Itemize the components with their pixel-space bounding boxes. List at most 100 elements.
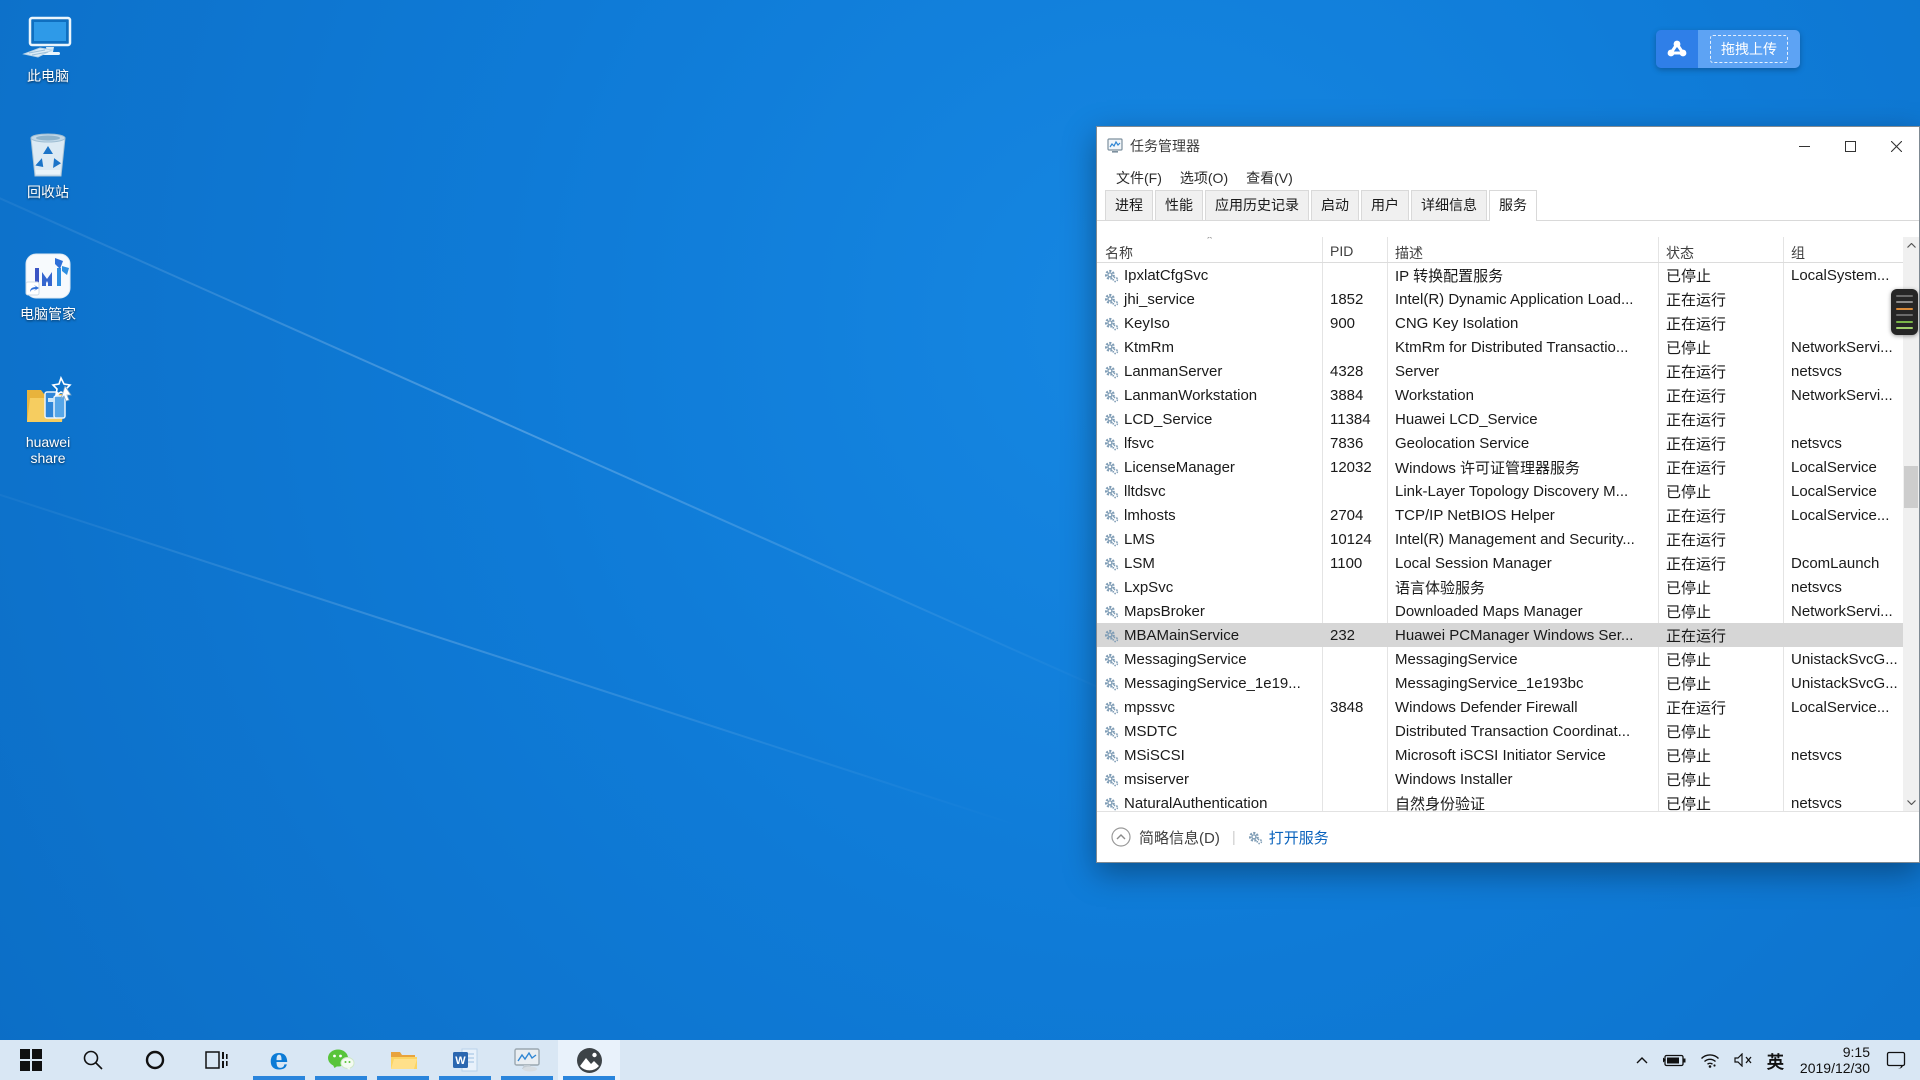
service-row[interactable]: KtmRm KtmRm for Distributed Transactio..… [1097, 335, 1905, 359]
title-bar[interactable]: 任务管理器 [1097, 127, 1919, 165]
battery-icon[interactable] [1655, 1040, 1693, 1080]
column-header-status[interactable]: 状态 [1658, 237, 1783, 262]
drag-upload-button[interactable]: 拖拽上传 [1698, 30, 1800, 68]
service-row[interactable]: LCD_Service 11384 Huawei LCD_Service 正在运… [1097, 407, 1905, 431]
service-row[interactable]: lfsvc 7836 Geolocation Service 正在运行 nets… [1097, 431, 1905, 455]
service-row[interactable]: jhi_service 1852 Intel(R) Dynamic Applic… [1097, 287, 1905, 311]
service-status: 已停止 [1658, 265, 1783, 286]
service-row[interactable]: MessagingService MessagingService 已停止 Un… [1097, 647, 1905, 671]
tab-performance[interactable]: 性能 [1155, 190, 1203, 220]
menu-file[interactable]: 文件(F) [1107, 165, 1171, 191]
service-group: DcomLaunch [1783, 555, 1905, 572]
wifi-icon[interactable] [1693, 1040, 1727, 1080]
service-row[interactable]: msiserver Windows Installer 已停止 [1097, 767, 1905, 791]
service-gear-icon [1104, 628, 1119, 643]
service-gear-icon [1104, 316, 1119, 331]
service-row[interactable]: MSiSCSI Microsoft iSCSI Initiator Servic… [1097, 743, 1905, 767]
tab-users[interactable]: 用户 [1361, 190, 1409, 220]
service-row[interactable]: LicenseManager 12032 Windows 许可证管理器服务 正在… [1097, 455, 1905, 479]
service-row[interactable]: MSDTC Distributed Transaction Coordinat.… [1097, 719, 1905, 743]
open-services-link[interactable]: 打开服务 [1248, 827, 1329, 848]
scrollbar-thumb[interactable] [1904, 466, 1918, 508]
desktop-icon-huawei-share[interactable]: huaweishare [2, 378, 94, 466]
service-status: 正在运行 [1658, 313, 1783, 334]
scroll-down-icon[interactable] [1903, 794, 1919, 811]
service-row[interactable]: KeyIso 900 CNG Key Isolation 正在运行 [1097, 311, 1905, 335]
floating-tool-widget[interactable] [1891, 289, 1918, 335]
service-row[interactable]: LanmanWorkstation 3884 Workstation 正在运行 … [1097, 383, 1905, 407]
menu-view[interactable]: 查看(V) [1237, 165, 1302, 191]
taskbar-app-gallery[interactable] [558, 1040, 620, 1080]
column-header-description[interactable]: 描述 [1387, 237, 1658, 262]
service-gear-icon [1104, 364, 1119, 379]
service-row[interactable]: MapsBroker Downloaded Maps Manager 已停止 N… [1097, 599, 1905, 623]
service-row[interactable]: IpxlatCfgSvc IP 转换配置服务 已停止 LocalSystem..… [1097, 263, 1905, 287]
column-header-group[interactable]: 组 [1783, 237, 1905, 262]
column-header-pid[interactable]: PID [1322, 237, 1387, 262]
cortana-icon [144, 1049, 166, 1071]
clock-date: 2019/12/30 [1800, 1060, 1870, 1076]
volume-muted-icon[interactable] [1727, 1040, 1760, 1080]
start-button[interactable] [0, 1040, 62, 1080]
service-row[interactable]: MessagingService_1e19... MessagingServic… [1097, 671, 1905, 695]
service-name: LMS [1124, 531, 1155, 548]
ime-indicator[interactable]: 英 [1760, 1040, 1791, 1080]
fewer-details-toggle[interactable]: 简略信息(D) [1111, 827, 1220, 848]
service-gear-icon [1104, 604, 1119, 619]
wallpaper-ray [0, 135, 1140, 706]
tab-details[interactable]: 详细信息 [1411, 190, 1487, 220]
service-gear-icon [1104, 700, 1119, 715]
tab-services[interactable]: 服务 [1489, 190, 1537, 221]
maximize-button[interactable] [1827, 127, 1873, 165]
service-row[interactable]: NaturalAuthentication 自然身份验证 已停止 netsvcs [1097, 791, 1905, 811]
desktop-icon-recycle-bin[interactable]: 回收站 [2, 128, 94, 200]
taskbar-app-edge[interactable]: e [248, 1040, 310, 1080]
service-row[interactable]: LMS 10124 Intel(R) Management and Securi… [1097, 527, 1905, 551]
tab-startup[interactable]: 启动 [1311, 190, 1359, 220]
service-name: LanmanServer [1124, 363, 1222, 380]
show-hidden-icons-button[interactable] [1629, 1040, 1655, 1080]
service-gear-icon [1104, 412, 1119, 427]
menu-options[interactable]: 选项(O) [1171, 165, 1237, 191]
taskbar-app-file-explorer[interactable] [372, 1040, 434, 1080]
minimize-button[interactable] [1781, 127, 1827, 165]
service-row[interactable]: lmhosts 2704 TCP/IP NetBIOS Helper 正在运行 … [1097, 503, 1905, 527]
search-button[interactable] [62, 1040, 124, 1080]
service-status: 正在运行 [1658, 553, 1783, 574]
close-button[interactable] [1873, 127, 1919, 165]
service-gear-icon [1104, 796, 1119, 811]
service-row[interactable]: LxpSvc 语言体验服务 已停止 netsvcs [1097, 575, 1905, 599]
scroll-up-icon[interactable] [1903, 237, 1919, 254]
service-name: MSDTC [1124, 723, 1177, 740]
service-group: LocalService... [1783, 699, 1905, 716]
service-status: 正在运行 [1658, 529, 1783, 550]
service-group: UnistackSvcG... [1783, 651, 1905, 668]
service-row[interactable]: lltdsvc Link-Layer Topology Discovery M.… [1097, 479, 1905, 503]
service-pid: 12032 [1322, 459, 1387, 476]
cortana-button[interactable] [124, 1040, 186, 1080]
service-row[interactable]: LanmanServer 4328 Server 正在运行 netsvcs [1097, 359, 1905, 383]
clock[interactable]: 9:15 2019/12/30 [1791, 1044, 1879, 1076]
task-view-button[interactable] [186, 1040, 248, 1080]
taskbar-app-wechat[interactable] [310, 1040, 372, 1080]
taskbar-app-word[interactable]: W [434, 1040, 496, 1080]
desktop-icon-pc-manager[interactable]: 电脑管家 [2, 250, 94, 322]
tab-app-history[interactable]: 应用历史记录 [1205, 190, 1309, 220]
netdisk-upload-widget[interactable]: 拖拽上传 [1656, 30, 1800, 68]
service-description: Downloaded Maps Manager [1387, 603, 1658, 620]
tab-processes[interactable]: 进程 [1105, 190, 1153, 220]
desktop-icon-this-pc[interactable]: 此电脑 [2, 12, 94, 84]
service-description: MessagingService [1387, 651, 1658, 668]
service-description: Geolocation Service [1387, 435, 1658, 452]
service-description: TCP/IP NetBIOS Helper [1387, 507, 1658, 524]
service-name: LCD_Service [1124, 411, 1212, 428]
netdisk-logo-icon [1656, 30, 1698, 68]
service-row[interactable]: LSM 1100 Local Session Manager 正在运行 Dcom… [1097, 551, 1905, 575]
service-pid: 900 [1322, 315, 1387, 332]
service-row[interactable]: mpssvc 3848 Windows Defender Firewall 正在… [1097, 695, 1905, 719]
service-gear-icon [1104, 508, 1119, 523]
action-center-button[interactable] [1879, 1040, 1914, 1080]
taskbar-app-task-manager[interactable] [496, 1040, 558, 1080]
service-row[interactable]: MBAMainService 232 Huawei PCManager Wind… [1097, 623, 1905, 647]
column-header-name[interactable]: 名称 ⌃ [1097, 237, 1322, 262]
